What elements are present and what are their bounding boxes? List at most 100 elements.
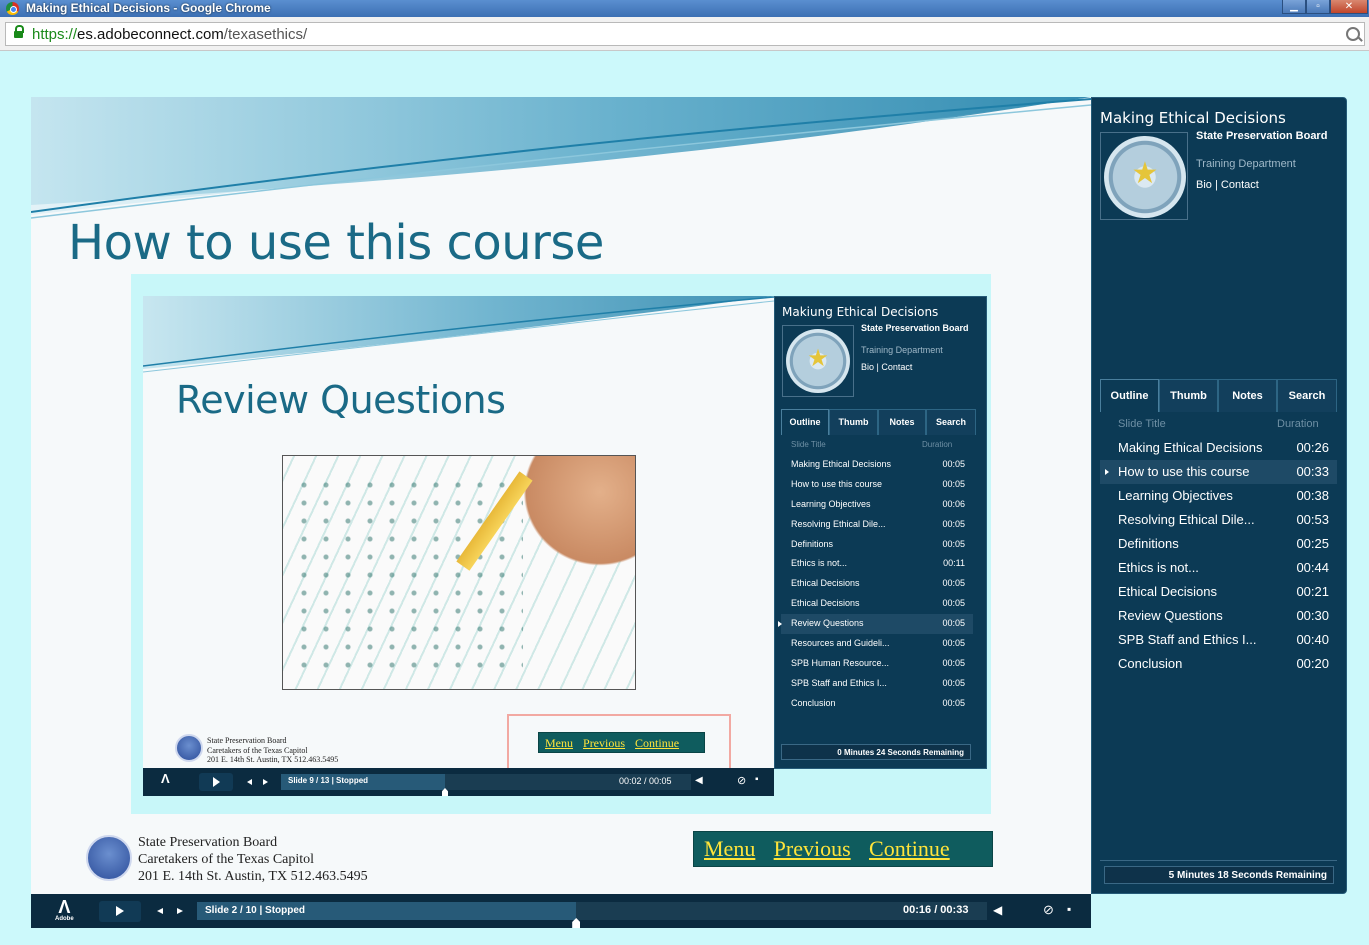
- outline-row-title: Resources and Guideli...: [791, 638, 890, 649]
- outline-row[interactable]: Definitions 00:25: [1100, 532, 1337, 556]
- url-text[interactable]: https://es.adobeconnect.com/texasethics/: [32, 26, 307, 43]
- inner-footer-line3: 201 E. 14th St. Austin, TX 512.463.5495: [207, 755, 339, 765]
- outline-row-duration: 00:38: [1296, 488, 1329, 503]
- inner-texas-seal: ★: [782, 325, 854, 397]
- player-menu-icon[interactable]: ▪: [1067, 902, 1071, 916]
- lock-icon: [14, 25, 24, 39]
- attachment-icon[interactable]: ⊘: [1043, 902, 1054, 918]
- outline-row-duration: 00:53: [1296, 512, 1329, 527]
- inner-play-button[interactable]: [199, 773, 233, 791]
- inner-menu-link[interactable]: Menu: [545, 736, 573, 750]
- outline-row-duration: 00:25: [1296, 536, 1329, 551]
- outline-row[interactable]: Resolving Ethical Dile... 00:05: [781, 515, 973, 535]
- volume-icon[interactable]: ◀: [993, 903, 1002, 917]
- previous-link[interactable]: Previous: [774, 836, 851, 861]
- outline-list: Making Ethical Decisions 00:26 How to use …: [1100, 436, 1337, 676]
- outline-row[interactable]: SPB Staff and Ethics I... 00:40: [1100, 628, 1337, 652]
- outline-row[interactable]: Ethical Decisions 00:21: [1100, 580, 1337, 604]
- outline-row[interactable]: How to use this course 00:33: [1100, 460, 1337, 484]
- outline-row-duration: 00:33: [1296, 464, 1329, 479]
- outline-row[interactable]: Making Ethical Decisions 00:05: [781, 455, 973, 475]
- close-button[interactable]: ✕: [1330, 0, 1368, 14]
- sidebar-dept: Training Department: [1196, 158, 1296, 170]
- prev-slide-icon[interactable]: [157, 908, 163, 914]
- outline-row-title: Conclusion: [1118, 656, 1183, 671]
- outline-row[interactable]: Learning Objectives 00:06: [781, 495, 973, 515]
- texas-seal: ★: [1100, 132, 1188, 220]
- outline-row-title: Resolving Ethical Dile...: [1118, 512, 1255, 527]
- outline-row-title: How to use this course: [1118, 464, 1250, 479]
- inner-attachment-icon[interactable]: ⊘: [737, 774, 746, 787]
- outline-row[interactable]: Review Questions 00:05: [778, 614, 973, 635]
- inner-next-icon[interactable]: [263, 779, 268, 785]
- outline-row-title: Learning Objectives: [1118, 488, 1233, 503]
- tab-search[interactable]: Search: [1277, 379, 1337, 412]
- player-status: Slide 2 / 10 | Stopped: [205, 905, 306, 916]
- inner-menu-icon[interactable]: ▪: [755, 774, 759, 785]
- outline-row[interactable]: How to use this course 00:05: [781, 475, 973, 495]
- maximize-button[interactable]: ▫: [1306, 0, 1330, 14]
- inner-bio-link[interactable]: Bio: [861, 362, 874, 372]
- inner-tab-outline[interactable]: Outline: [781, 409, 829, 435]
- footer-line3: 201 E. 14th St. Austin, TX 512.463.5495: [138, 868, 368, 884]
- outline-row-title: How to use this course: [791, 478, 883, 489]
- inner-nav-box: Menu Previous Continue: [538, 732, 705, 753]
- outline-row-duration: 00:26: [1296, 440, 1329, 455]
- window-titlebar: Making Ethical Decisions - Google Chrome…: [0, 0, 1369, 17]
- outline-row[interactable]: Resources and Guideli... 00:05: [781, 634, 973, 654]
- nav-box: Menu Previous Continue: [693, 831, 993, 867]
- outline-row[interactable]: Ethical Decisions 00:05: [781, 594, 973, 614]
- tab-outline[interactable]: Outline: [1100, 379, 1159, 412]
- inner-contact-link[interactable]: Contact: [881, 362, 912, 372]
- minimize-button[interactable]: ▁: [1282, 0, 1306, 14]
- outline-row-duration: 00:05: [942, 638, 965, 649]
- outline-row[interactable]: Review Questions 00:30: [1100, 604, 1337, 628]
- tab-thumb[interactable]: Thumb: [1159, 379, 1218, 412]
- inner-adobe-logo: Λ: [161, 771, 170, 786]
- inner-tab-notes[interactable]: Notes: [878, 409, 926, 435]
- outline-row[interactable]: Resolving Ethical Dile... 00:53: [1100, 508, 1337, 532]
- outline-row-duration: 00:20: [1296, 656, 1329, 671]
- next-slide-icon[interactable]: [177, 908, 183, 914]
- outline-row[interactable]: SPB Human Resource... 00:05: [781, 654, 973, 674]
- menu-link[interactable]: Menu: [704, 836, 755, 861]
- tab-notes[interactable]: Notes: [1218, 379, 1277, 412]
- outline-row[interactable]: Conclusion 00:20: [1100, 652, 1337, 676]
- outline-row-title: Learning Objectives: [791, 498, 871, 509]
- outline-row-duration: 00:05: [942, 598, 965, 609]
- continue-link[interactable]: Continue: [869, 836, 950, 861]
- sidebar: Making Ethical Decisions ★ State Preserv…: [1091, 97, 1347, 894]
- outline-row[interactable]: Ethics is not... 00:11: [781, 554, 973, 574]
- contact-link[interactable]: Contact: [1221, 179, 1259, 191]
- zoom-icon[interactable]: [1346, 27, 1360, 41]
- inner-prev-icon[interactable]: [247, 779, 252, 785]
- outline-row[interactable]: Ethical Decisions 00:05: [781, 574, 973, 594]
- outline-row[interactable]: Ethics is not... 00:44: [1100, 556, 1337, 580]
- slide-area: How to use this course Review Questions …: [31, 97, 1091, 894]
- slide-title: How to use this course: [68, 215, 604, 271]
- outline-row[interactable]: Conclusion 00:05: [781, 694, 973, 714]
- play-button[interactable]: [99, 901, 141, 922]
- outline-row[interactable]: Making Ethical Decisions 00:26: [1100, 436, 1337, 460]
- current-slide-caret-icon: [778, 621, 782, 628]
- outline-row-title: Definitions: [1118, 536, 1179, 551]
- sidebar-tabs: Outline Thumb Notes Search: [1100, 379, 1337, 412]
- outline-row-title: Review Questions: [1118, 608, 1223, 623]
- inner-volume-icon[interactable]: ◀: [695, 775, 703, 786]
- url-field[interactable]: https://es.adobeconnect.com/texasethics/: [5, 22, 1365, 46]
- outline-row-duration: 00:06: [942, 498, 965, 509]
- bio-link[interactable]: Bio: [1196, 179, 1212, 191]
- inner-tab-thumb[interactable]: Thumb: [829, 409, 878, 435]
- star-icon: ★: [807, 345, 829, 372]
- inner-tab-search[interactable]: Search: [926, 409, 976, 435]
- outline-row[interactable]: Definitions 00:05: [781, 535, 973, 555]
- scrubber[interactable]: [197, 902, 987, 920]
- outline-row-duration: 00:21: [1296, 584, 1329, 599]
- inner-continue-link[interactable]: Continue: [635, 736, 679, 750]
- inner-previous-link[interactable]: Previous: [583, 736, 625, 750]
- inner-footer-line2: Caretakers of the Texas Capitol: [207, 745, 308, 755]
- inner-sidebar-tabs: Outline Thumb Notes Search: [781, 409, 979, 435]
- outline-row[interactable]: Learning Objectives 00:38: [1100, 484, 1337, 508]
- sidebar-title: Making Ethical Decisions: [1100, 109, 1286, 127]
- outline-row[interactable]: SPB Staff and Ethics I... 00:05: [781, 674, 973, 694]
